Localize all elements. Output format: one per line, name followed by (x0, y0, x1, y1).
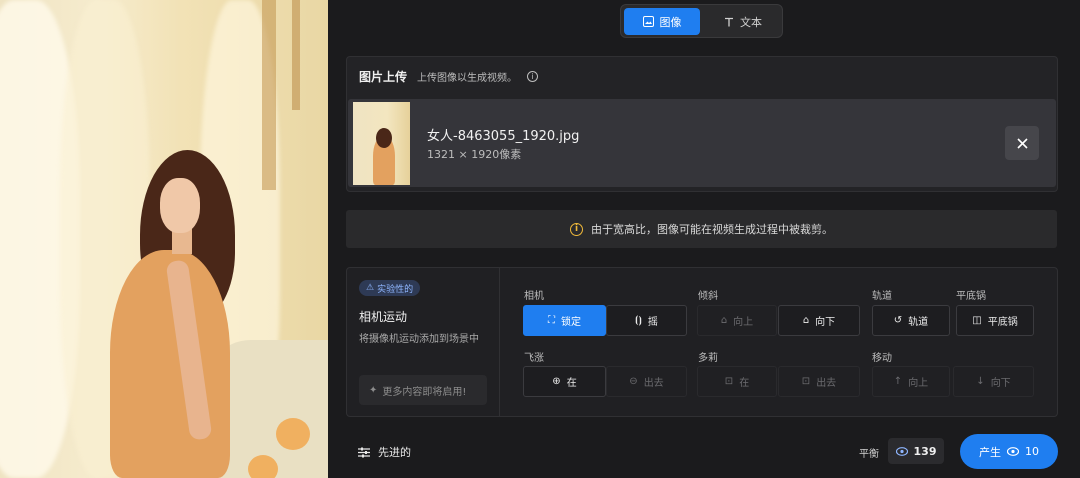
orbit-label: 轨道 (908, 317, 929, 328)
generate-button[interactable]: 产生 10 (960, 434, 1058, 469)
group-zoom-label: 飞涨 (524, 353, 544, 364)
generation-panel: 图像 文本 图片上传 上传图像以生成视频。 i 女人-8463055_1920.… (328, 0, 1080, 478)
crop-notice-text: 由于宽高比，图像可能在视频生成过程中被裁剪。 (591, 223, 833, 236)
move-up-button: ↑ 向上 (872, 366, 950, 397)
pan-label: 平底锅 (987, 317, 1018, 328)
tab-image[interactable]: 图像 (624, 8, 700, 35)
orbit-button[interactable]: ↺ 轨道 (872, 305, 950, 336)
fruit-decoration (276, 418, 310, 450)
window-frame (292, 0, 300, 110)
text-icon (724, 17, 734, 27)
group-tilt-label: 倾斜 (698, 291, 718, 302)
dolly-out-label: 出去 (816, 378, 837, 389)
tilt-down-button[interactable]: ⌂ 向下 (778, 305, 860, 336)
lock-icon: ⛶ (548, 315, 555, 326)
uploaded-file: 女人-8463055_1920.jpg 1321 × 1920像素 (348, 99, 1056, 187)
pan-icon: ◫ (972, 315, 982, 326)
dolly-out-button: ⊡ 出去 (778, 366, 860, 397)
advanced-settings-button[interactable]: 先进的 (358, 444, 411, 460)
close-icon (1016, 137, 1028, 149)
crop-notice: i 由于宽高比，图像可能在视频生成过程中被裁剪。 (346, 210, 1057, 248)
dolly-in-icon: ⊡ (724, 376, 734, 387)
upload-title: 图片上传 (359, 70, 408, 84)
group-pan-label: 平底锅 (956, 291, 986, 302)
move-up-label: 向上 (908, 378, 929, 389)
file-name: 女人-8463055_1920.jpg (427, 129, 580, 144)
sliders-icon (358, 447, 370, 458)
credits-icon (1007, 447, 1019, 456)
balance-label: 平衡 (859, 449, 879, 460)
window-frame (262, 0, 276, 190)
tab-image-label: 图像 (659, 15, 682, 29)
warning-icon: i (570, 222, 583, 236)
group-dolly-label: 多莉 (698, 353, 718, 364)
upload-subtitle: 上传图像以生成视频。 (417, 73, 518, 84)
zoom-out-button: ⊖ 出去 (606, 366, 687, 397)
image-icon (642, 16, 654, 27)
tilt-down-label: 向下 (815, 317, 836, 328)
generate-cost: 10 (1025, 445, 1039, 458)
remove-file-button[interactable] (1005, 126, 1039, 160)
camera-motion-description: 将摄像机运动添加到场景中 (359, 334, 479, 345)
coming-soon-button: ✦ 更多内容即将启用! (359, 375, 487, 405)
file-thumbnail (353, 102, 410, 185)
dolly-out-icon: ⊡ (801, 376, 811, 387)
thumbnail-hair (376, 128, 392, 148)
tab-text[interactable]: 文本 (706, 8, 780, 35)
group-camera-label: 相机 (524, 291, 544, 302)
generate-label: 产生 (979, 445, 1001, 459)
shake-button[interactable]: ⦗⦘ 摇 (606, 305, 687, 336)
file-dimensions: 1321 × 1920像素 (427, 148, 522, 161)
pan-button[interactable]: ◫ 平底锅 (956, 305, 1034, 336)
arrow-down-icon: ↓ (976, 376, 985, 387)
tilt-up-icon: ⌂ (720, 315, 728, 326)
zoom-in-icon: ⊕ (552, 376, 561, 387)
info-icon[interactable]: i (527, 71, 539, 82)
tilt-up-button: ⌂ 向上 (697, 305, 777, 336)
zoom-out-icon: ⊖ (629, 376, 638, 387)
balance-value: 139 (913, 444, 937, 458)
zoom-in-button[interactable]: ⊕ 在 (523, 366, 606, 397)
arrow-up-icon: ↑ (893, 376, 903, 387)
sparkle-icon: ✦ (369, 384, 378, 396)
lock-button[interactable]: ⛶ 锁定 (523, 305, 606, 336)
orbit-icon: ↺ (893, 315, 903, 326)
camera-motion-title: 相机运动 (359, 310, 408, 324)
dolly-in-button: ⊡ 在 (697, 366, 777, 397)
experimental-badge: ⚠ 实验性的 (359, 280, 421, 296)
tilt-down-icon: ⌂ (802, 315, 810, 326)
experimental-badge-label: 实验性的 (377, 284, 414, 295)
tab-text-label: 文本 (740, 15, 762, 29)
zoom-in-label: 在 (566, 378, 577, 389)
move-down-button: ↓ 向下 (953, 366, 1034, 397)
shake-label: 摇 (647, 317, 658, 328)
dolly-in-label: 在 (739, 378, 750, 389)
move-down-label: 向下 (990, 378, 1011, 389)
camera-motion-card: ⚠ 实验性的 相机运动 将摄像机运动添加到场景中 ✦ 更多内容即将启用! 相机 … (346, 267, 1058, 417)
coming-soon-label: 更多内容即将启用! (382, 386, 467, 398)
flask-icon: ⚠ (366, 283, 375, 293)
group-orbit-label: 轨道 (872, 291, 892, 302)
credits-icon (895, 446, 908, 456)
lock-label: 锁定 (561, 317, 581, 328)
advanced-label: 先进的 (378, 446, 411, 459)
tilt-up-label: 向上 (733, 317, 754, 328)
mode-toggle: 图像 文本 (620, 4, 783, 38)
credit-balance: 139 (888, 438, 944, 464)
upload-header: 图片上传 上传图像以生成视频。 i (359, 68, 539, 85)
woman-face (160, 178, 200, 233)
camera-motion-info: ⚠ 实验性的 相机运动 将摄像机运动添加到场景中 ✦ 更多内容即将启用! (347, 268, 500, 416)
group-move-label: 移动 (872, 353, 892, 364)
shake-icon: ⦗⦘ (635, 315, 642, 326)
zoom-out-label: 出去 (643, 378, 664, 389)
fruit-decoration (248, 455, 278, 478)
preview-image (0, 0, 328, 478)
